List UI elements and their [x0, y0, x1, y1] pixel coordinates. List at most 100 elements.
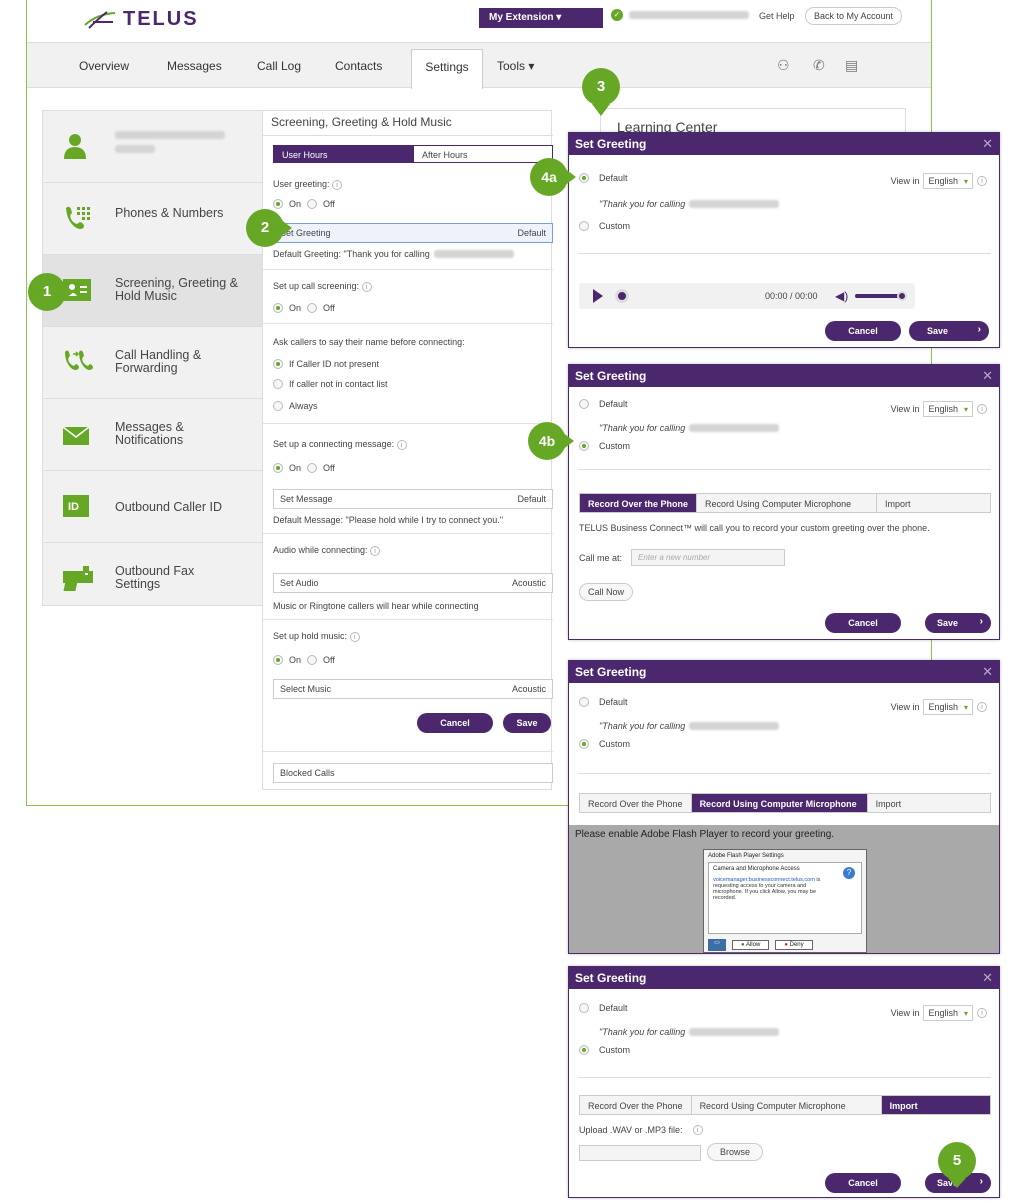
- sidebar-item-fax[interactable]: Outbound Fax Settings: [43, 543, 273, 615]
- set-audio-row[interactable]: Set Audio Acoustic: [273, 573, 553, 593]
- cancel-button[interactable]: Cancel: [825, 1173, 901, 1193]
- cancel-button[interactable]: Cancel: [825, 321, 901, 341]
- select-music-row[interactable]: Select Music Acoustic: [273, 679, 553, 699]
- nav-contacts[interactable]: Contacts: [335, 59, 382, 73]
- radio-custom[interactable]: [579, 739, 589, 749]
- set-message-row[interactable]: Set Message Default: [273, 489, 553, 509]
- divider: [263, 423, 553, 424]
- radio-custom[interactable]: [579, 441, 589, 451]
- language-select[interactable]: English ▾: [923, 173, 973, 189]
- radio-custom[interactable]: [579, 221, 589, 231]
- sidebar-item-messages[interactable]: Messages & Notifications: [43, 399, 273, 471]
- tab-after-hours[interactable]: After Hours: [413, 145, 553, 163]
- set-greeting-row[interactable]: Set Greeting Default: [273, 223, 553, 243]
- info-icon[interactable]: i: [370, 546, 381, 556]
- divider: [263, 323, 553, 324]
- language-select[interactable]: English ▾: [923, 401, 973, 417]
- close-icon[interactable]: ✕: [982, 368, 993, 384]
- radio-on[interactable]: [273, 303, 283, 313]
- tab-record-microphone[interactable]: Record Using Computer Microphone: [691, 1096, 882, 1114]
- tab-import[interactable]: Import: [881, 1096, 990, 1114]
- save-button[interactable]: Save ›: [925, 613, 991, 633]
- help-icon[interactable]: ?: [843, 867, 855, 879]
- redacted-user-name: [115, 131, 225, 153]
- radio-default[interactable]: [579, 173, 589, 183]
- play-icon[interactable]: [593, 289, 603, 303]
- sidebar-item-call-handling[interactable]: Call Handling & Forwarding: [43, 327, 273, 399]
- phone-icon[interactable]: ✆: [813, 57, 829, 73]
- language-select[interactable]: English ▾: [923, 699, 973, 715]
- tab-record-microphone[interactable]: Record Using Computer Microphone: [691, 794, 868, 812]
- radio-option[interactable]: [273, 379, 283, 389]
- set-greeting-dialog-import: Set Greeting ✕ Default View in English ▾ i…: [568, 966, 1000, 1198]
- info-icon[interactable]: i: [977, 702, 987, 712]
- radio-custom[interactable]: [579, 1045, 589, 1055]
- tab-record-phone[interactable]: Record Over the Phone: [580, 794, 692, 812]
- tab-record-phone[interactable]: Record Over the Phone: [580, 1096, 692, 1114]
- phone-number-input[interactable]: Enter a new number: [631, 549, 785, 566]
- close-icon[interactable]: ✕: [982, 970, 993, 986]
- close-icon[interactable]: ✕: [982, 664, 993, 680]
- deny-button[interactable]: ● Deny: [775, 940, 813, 950]
- fax-icon[interactable]: ▤: [845, 57, 861, 73]
- nav-tools[interactable]: Tools ▾: [497, 59, 534, 73]
- nav-settings[interactable]: Settings: [411, 49, 483, 89]
- tab-import[interactable]: Import: [877, 494, 990, 512]
- radio-default[interactable]: [579, 399, 589, 409]
- close-icon[interactable]: ✕: [982, 136, 993, 152]
- save-button[interactable]: Save: [503, 713, 551, 733]
- info-icon[interactable]: i: [332, 180, 343, 190]
- nav-messages[interactable]: Messages: [167, 59, 222, 73]
- language-select[interactable]: English ▾: [923, 1005, 973, 1021]
- step-callout-3: 3: [582, 68, 620, 106]
- get-help-link[interactable]: Get Help: [759, 11, 795, 21]
- my-extension-menu[interactable]: My Extension ▾: [479, 8, 603, 28]
- radio-off[interactable]: [307, 463, 318, 473]
- tab-user-hours[interactable]: User Hours: [273, 145, 413, 163]
- tab-import[interactable]: Import: [867, 794, 990, 812]
- cancel-button[interactable]: Cancel: [825, 613, 901, 633]
- info-icon[interactable]: i: [349, 632, 360, 642]
- radio-on[interactable]: [273, 463, 283, 473]
- back-to-account-button[interactable]: Back to My Account: [805, 7, 903, 25]
- radio-default[interactable]: [579, 697, 589, 707]
- radio-on[interactable]: [273, 199, 283, 209]
- sidebar-item-phones[interactable]: Phones & Numbers: [43, 183, 273, 255]
- radio-on[interactable]: [273, 655, 283, 665]
- info-icon[interactable]: i: [361, 282, 372, 292]
- cancel-button[interactable]: Cancel: [417, 713, 493, 733]
- save-button[interactable]: Save ›: [909, 321, 989, 341]
- volume-bar[interactable]: [855, 294, 901, 298]
- browse-button[interactable]: Browse: [707, 1143, 763, 1161]
- monitor-icon[interactable]: ▭: [708, 939, 726, 951]
- seek-knob[interactable]: [615, 289, 629, 303]
- file-path-input[interactable]: [579, 1145, 701, 1161]
- sidebar-item-screening[interactable]: Screening, Greeting & Hold Music: [43, 255, 273, 327]
- nav-overview[interactable]: Overview: [79, 59, 129, 73]
- tab-record-microphone[interactable]: Record Using Computer Microphone: [697, 494, 878, 512]
- radio-option[interactable]: [273, 359, 283, 369]
- radio-option[interactable]: [273, 401, 283, 411]
- nav-call-log[interactable]: Call Log: [257, 59, 301, 73]
- radio-off[interactable]: [307, 655, 318, 665]
- call-now-button[interactable]: Call Now: [579, 583, 634, 601]
- info-icon[interactable]: i: [977, 404, 987, 414]
- info-icon[interactable]: i: [977, 1008, 987, 1018]
- flash-settings-dialog: Adobe Flash Player Settings Camera and M…: [703, 849, 867, 953]
- info-icon[interactable]: i: [396, 440, 407, 450]
- radio-off[interactable]: [307, 199, 318, 209]
- sidebar-item-caller-id[interactable]: ID Outbound Caller ID: [43, 471, 273, 543]
- blocked-calls-row[interactable]: Blocked Calls: [273, 763, 553, 783]
- info-icon[interactable]: i: [977, 176, 987, 186]
- tab-record-phone[interactable]: Record Over the Phone: [580, 494, 698, 512]
- allow-button[interactable]: ● Allow: [732, 940, 770, 950]
- telus-logo[interactable]: TELUS: [83, 8, 199, 31]
- volume-knob[interactable]: [897, 291, 907, 301]
- hierarchy-icon[interactable]: ⚇: [777, 57, 793, 73]
- screen-option-2: If caller not in contact list: [273, 379, 388, 389]
- volume-icon[interactable]: ◀): [835, 289, 848, 303]
- info-icon[interactable]: i: [692, 1125, 703, 1135]
- radio-off[interactable]: [307, 303, 318, 313]
- sidebar-item-profile[interactable]: [43, 111, 273, 183]
- radio-default[interactable]: [579, 1003, 589, 1013]
